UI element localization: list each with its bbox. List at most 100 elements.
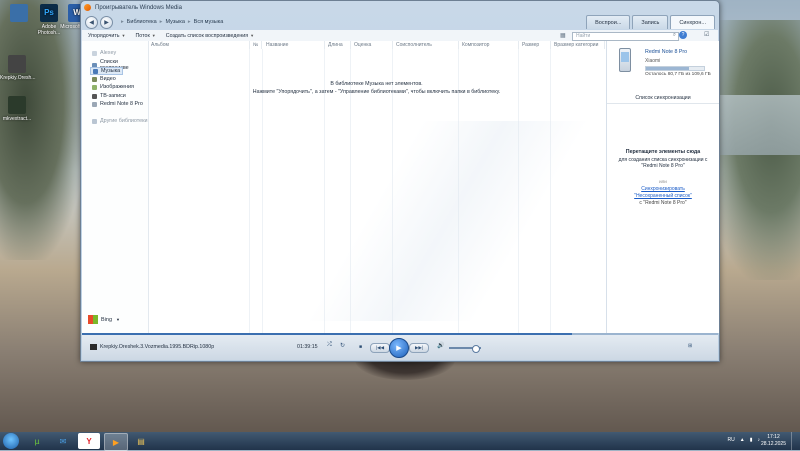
app-icon	[8, 96, 26, 114]
breadcrumb-library[interactable]: Библиотека	[127, 19, 157, 25]
wmp-taskbar-icon[interactable]: ▶	[104, 433, 128, 451]
tab-sync[interactable]: Синхрон...	[670, 15, 715, 29]
elapsed-time: 01:39:15	[297, 344, 318, 350]
sync-options-icon[interactable]: ☑	[704, 31, 709, 38]
organize-menu[interactable]: Упорядочить ▼	[88, 33, 126, 39]
play-button[interactable]: ▶	[389, 338, 409, 358]
window-title: Проигрыватель Windows Media	[95, 4, 182, 11]
wmp-app-icon	[84, 4, 91, 11]
desktop-scene	[0, 0, 85, 260]
chevron-right-icon: ▸	[121, 19, 124, 25]
or-label: или	[659, 179, 667, 184]
help-icon[interactable]: ?	[679, 31, 687, 39]
nav-item-user[interactable]: Alexey	[92, 50, 116, 56]
sync-link[interactable]: Синхронизировать	[607, 186, 719, 192]
drag-here-title: Перетащите элементы сюда	[625, 149, 701, 155]
view-options-icon[interactable]: ▦	[560, 32, 566, 39]
network-icon	[92, 118, 97, 124]
empty-library-hint: Нажмите "Упорядочить", а затем - "Управл…	[252, 89, 501, 95]
repeat-icon[interactable]: ↻	[340, 342, 345, 349]
volume-knob[interactable]	[471, 344, 480, 353]
clock[interactable]: 17:12 28.12.2025	[761, 434, 786, 447]
capacity-text: Осталось 80,7 ГБ из 109,6 ГБ	[645, 72, 711, 77]
device-maker: Xiaomi	[645, 58, 661, 64]
photoshop-icon: Ps	[40, 4, 58, 22]
utorrent-icon[interactable]: µ	[26, 433, 48, 449]
screen-glare	[298, 121, 598, 321]
explorer-icon[interactable]: ▤	[130, 433, 152, 449]
stop-icon[interactable]: ■	[359, 344, 362, 350]
phone-icon	[619, 48, 631, 72]
mail-icon[interactable]: ✉	[52, 433, 74, 449]
column-header-album[interactable]: Альбом	[148, 41, 250, 49]
desktop-scene	[715, 95, 800, 155]
forward-button[interactable]: ▶	[100, 15, 113, 29]
column-header-number[interactable]: №	[250, 41, 262, 49]
desktop-icon-video[interactable]: Krepkiy.Oresh...	[0, 55, 35, 81]
taskbar: µ ✉ Y ▶ ▤ RU ▲ ▮ ♪ 17:12 28.12.2025	[0, 432, 800, 451]
library-content: Альбом № Название Длина Оценка Соисполни…	[148, 41, 605, 333]
chevron-right-icon: ▸	[159, 19, 163, 25]
create-playlist-menu[interactable]: Создать список воспроизведения ▼	[166, 33, 254, 39]
now-playing: Krepkiy.Oreshek.3.Vozmedia.1995.BDRip.10…	[90, 344, 214, 350]
video-icon	[92, 76, 97, 82]
search-icon: ⌕	[672, 32, 676, 38]
start-button[interactable]	[3, 433, 19, 449]
nav-item-music[interactable]: Музыка	[90, 67, 124, 75]
tab-play[interactable]: Воспрои...	[586, 15, 631, 29]
capacity-bar	[645, 66, 705, 71]
column-header-composer[interactable]: Композитор	[459, 41, 519, 49]
breadcrumb: ▸ Библиотека ▸ Музыка ▸ Вся музыка	[121, 19, 226, 25]
show-desktop-button[interactable]	[791, 432, 800, 450]
switch-to-now-playing-icon[interactable]: ⊞	[688, 343, 692, 349]
column-header-title[interactable]: Название	[263, 41, 325, 49]
chevron-down-icon: ▼	[250, 33, 255, 38]
nav-item-device[interactable]: Redmi Note 8 Pro	[92, 101, 143, 107]
user-icon	[92, 50, 97, 56]
wmp-window: Проигрыватель Windows Media ◀ ▶ ▸ Библио…	[80, 0, 720, 362]
breadcrumb-all-music[interactable]: Вся музыка	[194, 19, 224, 25]
nav-pane: Alexey Списки воспроизве Музыка Видео Из…	[82, 41, 149, 333]
column-header-length[interactable]: Длина	[325, 41, 351, 49]
volume-icon[interactable]: 🔊	[437, 342, 444, 349]
search-input[interactable]: Найти ⌕	[572, 31, 679, 41]
nav-item-pictures[interactable]: Изображения	[92, 84, 134, 90]
system-tray: RU ▲ ▮ ♪	[723, 437, 760, 443]
back-button[interactable]: ◀	[85, 15, 98, 29]
yandex-browser-icon[interactable]: Y	[78, 433, 100, 449]
chevron-down-icon: ▼	[121, 33, 126, 38]
nav-item-other-libraries[interactable]: Другие библиотеки	[92, 118, 148, 124]
previous-button[interactable]: |◀◀	[370, 343, 390, 353]
title-bar[interactable]: Проигрыватель Windows Media	[81, 1, 719, 14]
player-controls: Krepkiy.Oreshek.3.Vozmedia.1995.BDRip.10…	[82, 335, 718, 360]
nav-item-tv[interactable]: ТВ-записи	[92, 93, 126, 99]
picture-icon	[92, 84, 97, 90]
tab-burn[interactable]: Запись	[632, 15, 669, 29]
chevron-right-icon: ▸	[187, 19, 191, 25]
tv-icon	[92, 93, 97, 99]
network-icon[interactable]: ▮	[750, 437, 753, 443]
chevron-down-icon: ▼	[151, 33, 156, 38]
tray-chevron-icon[interactable]: ▲	[740, 437, 745, 443]
drag-here-text: для создания списка синхронизации с "Red…	[618, 157, 708, 169]
next-button[interactable]: ▶▶|	[409, 343, 429, 353]
column-header-category[interactable]: Вразмер категории	[551, 41, 605, 49]
arrow-left-icon: ◀	[89, 19, 94, 26]
video-file-icon	[8, 55, 26, 73]
stream-menu[interactable]: Поток ▼	[136, 33, 156, 39]
desktop-icon-mkv[interactable]: mkvextract...	[0, 96, 34, 122]
device-name[interactable]: Redmi Note 8 Pro	[645, 49, 687, 55]
unsaved-list-link[interactable]: "Несохраненный список"	[607, 193, 719, 199]
desktop-icon[interactable]	[2, 4, 36, 24]
breadcrumb-music[interactable]: Музыка	[165, 19, 184, 25]
language-indicator[interactable]: RU	[728, 437, 735, 443]
column-header-size[interactable]: Размер	[519, 41, 551, 49]
column-header-contributing-artist[interactable]: Соисполнитель	[393, 41, 459, 49]
shuffle-icon[interactable]: ⤮	[327, 342, 332, 349]
column-header-rating[interactable]: Оценка	[351, 41, 393, 49]
phone-icon	[92, 101, 97, 107]
bing-button[interactable]: Bing ▼	[88, 315, 120, 324]
nav-item-video[interactable]: Видео	[92, 76, 116, 82]
volume-tray-icon[interactable]: ♪	[758, 437, 761, 443]
arrow-right-icon: ▶	[104, 19, 109, 26]
